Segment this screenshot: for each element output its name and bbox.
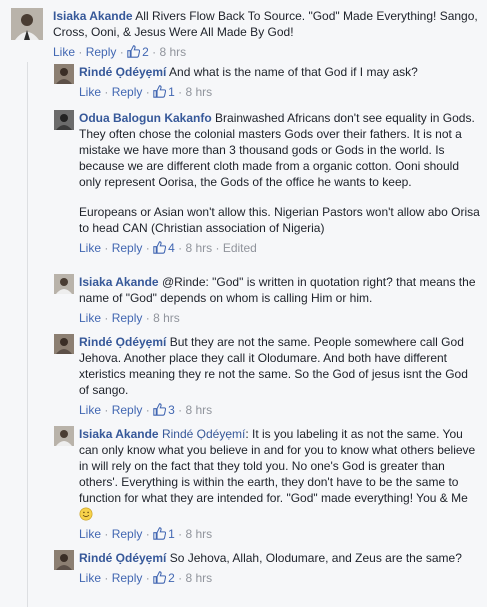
- like-count[interactable]: 2: [153, 571, 175, 585]
- like-button[interactable]: Like: [79, 241, 101, 255]
- comment-author[interactable]: Rindé Ọdéyẹmí: [79, 335, 166, 349]
- reply-button[interactable]: Reply: [112, 85, 143, 99]
- avatar[interactable]: [11, 8, 43, 40]
- comment-author[interactable]: Rindé Ọdéyẹmí: [79, 65, 166, 79]
- comment-actions: Like · Reply · 3 · 8 hrs: [79, 403, 213, 417]
- reply-button[interactable]: Reply: [112, 241, 143, 255]
- like-count[interactable]: 4: [153, 241, 175, 255]
- comment-thread: Isiaka Akande All Rivers Flow Back To So…: [0, 0, 487, 607]
- avatar[interactable]: [54, 64, 74, 84]
- like-count[interactable]: 1: [153, 527, 175, 541]
- like-button[interactable]: Like: [79, 403, 101, 417]
- comment-time[interactable]: 8 hrs: [185, 85, 212, 99]
- comment-time[interactable]: 8 hrs: [153, 311, 180, 325]
- comment-time[interactable]: 8 hrs: [159, 45, 186, 59]
- comment-item: Isiaka Akande All Rivers Flow Back To So…: [11, 8, 481, 60]
- like-button[interactable]: Like: [79, 527, 101, 541]
- like-count[interactable]: 2: [127, 45, 149, 59]
- comment-actions: Like · Reply · 2 · 8 hrs: [79, 571, 213, 585]
- comment-text-paragraph-2: Europeans or Asian won't allow this. Nig…: [79, 205, 480, 235]
- reply-button[interactable]: Reply: [112, 571, 143, 585]
- comment-time[interactable]: 8 hrs: [185, 403, 212, 417]
- thumbs-up-icon: [153, 571, 167, 584]
- comment-time[interactable]: 8 hrs: [185, 527, 212, 541]
- smile-emoji-icon: [79, 507, 93, 521]
- reply-item: Rindé Ọdéyẹmí But they are not the same.…: [54, 334, 481, 422]
- edited-label[interactable]: Edited: [223, 241, 257, 255]
- thumbs-up-icon: [153, 85, 167, 98]
- comment-actions: Like · Reply · 2 · 8 hrs: [53, 45, 187, 59]
- comment-text: So Jehova, Allah, Olodumare, and Zeus ar…: [169, 551, 462, 565]
- reply-button[interactable]: Reply: [112, 311, 143, 325]
- thumbs-up-icon: [127, 45, 141, 58]
- comment-text: And what is the name of that God if I ma…: [169, 65, 418, 79]
- reply-item: Odua Balogun Kakanfo Brainwashed African…: [54, 110, 481, 268]
- avatar[interactable]: [54, 274, 74, 294]
- comment-time[interactable]: 8 hrs: [185, 241, 212, 255]
- avatar[interactable]: [54, 334, 74, 354]
- comment-author[interactable]: Rindé Ọdéyẹmí: [79, 551, 166, 565]
- reply-item: Rindé Ọdéyẹmí And what is the name of th…: [54, 64, 481, 104]
- comment-author[interactable]: Isiaka Akande: [53, 9, 133, 23]
- reply-button[interactable]: Reply: [112, 403, 143, 417]
- comment-time[interactable]: 8 hrs: [185, 571, 212, 585]
- like-button[interactable]: Like: [53, 45, 75, 59]
- comment-actions: Like · Reply · 1 · 8 hrs: [79, 527, 213, 541]
- reply-button[interactable]: Reply: [86, 45, 117, 59]
- thumbs-up-icon: [153, 403, 167, 416]
- like-button[interactable]: Like: [79, 85, 101, 99]
- comment-author[interactable]: Odua Balogun Kakanfo: [79, 111, 212, 125]
- avatar[interactable]: [54, 110, 74, 130]
- reply-thread-line: [27, 62, 28, 607]
- thumbs-up-icon: [153, 241, 167, 254]
- avatar[interactable]: [54, 550, 74, 570]
- comment-author[interactable]: Isiaka Akande: [79, 427, 159, 441]
- comment-actions: Like · Reply · 8 hrs: [79, 311, 180, 325]
- comment-actions: Like · Reply · 4 · 8 hrs · Edited: [79, 241, 257, 255]
- avatar[interactable]: [54, 426, 74, 446]
- reply-button[interactable]: Reply: [112, 527, 143, 541]
- reply-item: Rindé Ọdéyẹmí So Jehova, Allah, Olodumar…: [54, 550, 481, 604]
- like-button[interactable]: Like: [79, 311, 101, 325]
- comment-actions: Like · Reply · 1 · 8 hrs: [79, 85, 213, 99]
- like-count[interactable]: 1: [153, 85, 175, 99]
- like-count[interactable]: 3: [153, 403, 175, 417]
- reply-item: Isiaka Akande Rindé Ọdéyẹmí: It is you l…: [54, 426, 481, 544]
- thumbs-up-icon: [153, 527, 167, 540]
- reply-item: Isiaka Akande @Rinde: "God" is written i…: [54, 274, 481, 330]
- like-button[interactable]: Like: [79, 571, 101, 585]
- comment-author[interactable]: Isiaka Akande: [79, 275, 159, 289]
- mention-link[interactable]: Rindé Ọdéyẹmí: [162, 427, 245, 441]
